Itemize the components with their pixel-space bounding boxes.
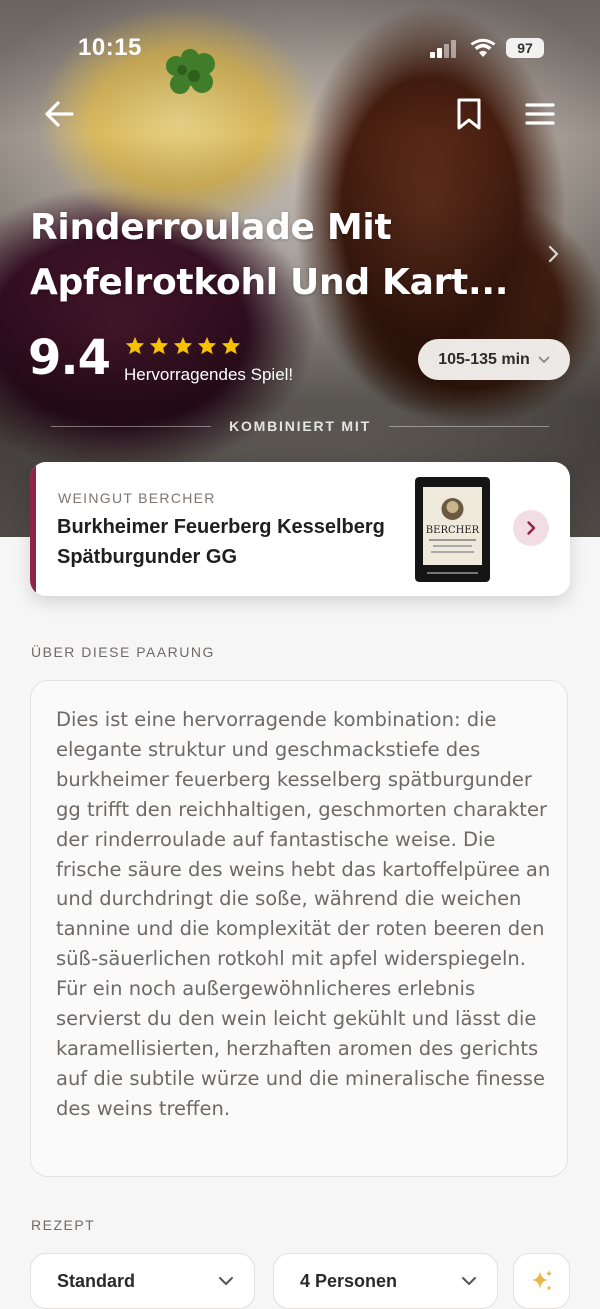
dish-title-line1: Rinderroulade Mit xyxy=(30,207,392,248)
menu-icon[interactable] xyxy=(522,96,558,132)
about-pairing-text: Dies ist eine hervorragende kombination:… xyxy=(56,708,551,1120)
chevron-down-icon xyxy=(219,1277,233,1285)
ai-sparkle-button[interactable] xyxy=(513,1253,570,1309)
wine-detail-button[interactable] xyxy=(513,510,549,546)
pairing-score: 9.4 xyxy=(28,330,111,386)
pairing-divider: KOMBINIERT MIT xyxy=(0,418,600,434)
wine-name: Burkheimer Feuerberg Kesselberg Spätburg… xyxy=(57,516,385,568)
wine-bottle-image: BERCHER xyxy=(415,477,490,582)
star-rating xyxy=(125,336,241,355)
chevron-down-icon xyxy=(538,356,550,363)
bookmark-icon[interactable] xyxy=(452,96,486,132)
servings-select[interactable]: 4 Personen xyxy=(273,1253,498,1309)
star-icon xyxy=(149,336,169,355)
star-icon xyxy=(173,336,193,355)
back-arrow-icon[interactable] xyxy=(42,96,78,132)
about-section-label: ÜBER DIESE PAARUNG xyxy=(31,644,215,660)
wine-card-accent xyxy=(30,462,36,596)
wine-card[interactable]: WEINGUT BERCHER Burkheimer Feuerberg Kes… xyxy=(30,462,570,596)
star-icon xyxy=(197,336,217,355)
star-icon xyxy=(125,336,145,355)
dish-title: Rinderroulade Mit Apfelrotkohl Und Kart.… xyxy=(30,200,530,310)
dish-title-line2: Apfelrotkohl Und Kart... xyxy=(30,262,509,303)
bottle-label-text: BERCHER xyxy=(426,525,480,536)
status-bar: 10:15 97 xyxy=(0,30,600,70)
recipe-section-label: REZEPT xyxy=(31,1217,96,1233)
divider-line xyxy=(51,425,212,427)
cooking-time-dropdown[interactable]: 105-135 min xyxy=(418,339,570,380)
sparkle-icon xyxy=(531,1270,552,1291)
divider-line xyxy=(388,425,549,427)
chevron-down-icon xyxy=(462,1277,476,1285)
servings-value: 4 Personen xyxy=(300,1270,398,1291)
rating-label: Hervorragendes Spiel! xyxy=(124,365,294,384)
about-pairing-card: Dies ist eine hervorragende kombination:… xyxy=(30,680,568,1177)
chevron-right-icon xyxy=(527,521,536,535)
wine-producer: WEINGUT BERCHER xyxy=(58,490,216,506)
cooking-time-value: 105-135 min xyxy=(438,350,530,368)
recipe-variant-value: Standard xyxy=(57,1270,136,1291)
chevron-right-icon[interactable] xyxy=(544,244,562,264)
status-time: 10:15 xyxy=(78,34,142,61)
wifi-icon xyxy=(470,38,496,57)
divider-label: KOMBINIERT MIT xyxy=(229,418,371,434)
star-icon xyxy=(221,336,241,355)
signal-icon xyxy=(430,40,456,58)
recipe-variant-select[interactable]: Standard xyxy=(30,1253,255,1309)
battery-indicator: 97 xyxy=(506,38,544,58)
